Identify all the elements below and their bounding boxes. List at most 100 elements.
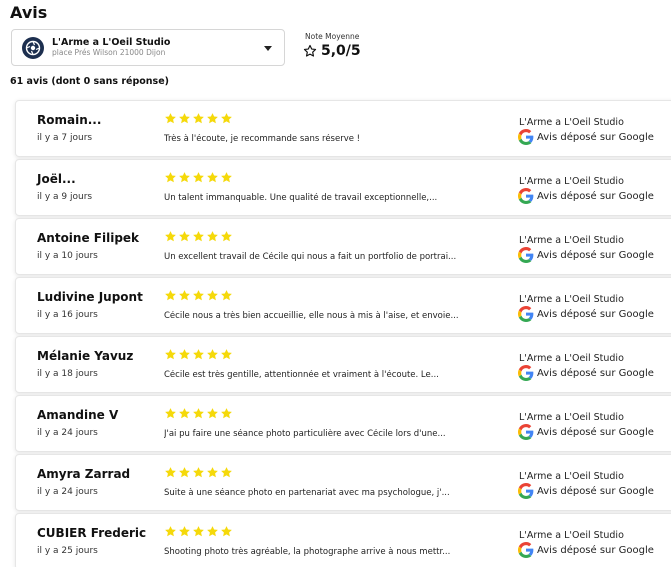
star-icon — [193, 172, 204, 183]
reviewer-name: Ludivine Jupont — [37, 290, 143, 304]
review-card[interactable]: Mélanie Yavuz il y a 18 jours Cécile est… — [15, 336, 671, 393]
review-source: Avis déposé sur Google — [518, 188, 654, 204]
review-studio: L'Arme a L'Oeil Studio — [519, 353, 624, 364]
review-card[interactable]: Ludivine Jupont il y a 16 jours Cécile n… — [15, 277, 671, 334]
review-text: J'ai pu faire une séance photo particuli… — [164, 429, 446, 439]
star-icon — [179, 231, 190, 242]
review-source-text: Avis déposé sur Google — [537, 190, 654, 202]
reviewer-name: Joël... — [37, 172, 76, 186]
review-card[interactable]: Romain... il y a 7 jours Très à l'écoute… — [15, 100, 671, 157]
review-source: Avis déposé sur Google — [518, 247, 654, 263]
star-icon — [193, 290, 204, 301]
reviewer-name: Mélanie Yavuz — [37, 349, 134, 363]
review-studio: L'Arme a L'Oeil Studio — [519, 530, 624, 541]
star-icon — [179, 467, 190, 478]
google-icon — [518, 424, 534, 440]
star-icon — [221, 113, 232, 124]
studio-select[interactable]: L'Arme a L'Oeil Studio place Prés Wilson… — [11, 29, 285, 66]
review-date: il y a 24 jours — [37, 428, 98, 438]
star-icon — [165, 231, 176, 242]
star-icon — [179, 526, 190, 537]
star-icon — [221, 290, 232, 301]
review-stars — [164, 348, 233, 361]
review-source: Avis déposé sur Google — [518, 306, 654, 322]
review-source-text: Avis déposé sur Google — [537, 249, 654, 261]
star-icon — [221, 408, 232, 419]
average-rating-value: 5,0/5 — [321, 43, 361, 59]
google-icon — [518, 542, 534, 558]
average-rating-label: Note Moyenne — [305, 32, 360, 41]
star-icon — [165, 172, 176, 183]
review-studio: L'Arme a L'Oeil Studio — [519, 412, 624, 423]
star-icon — [165, 349, 176, 360]
star-icon — [179, 113, 190, 124]
page-title: Avis — [10, 3, 48, 22]
star-icon — [193, 408, 204, 419]
review-text: Suite à une séance photo en partenariat … — [164, 488, 450, 498]
review-stars — [164, 466, 233, 479]
review-text: Cécile est très gentille, attentionnée e… — [164, 370, 439, 380]
review-text: Shooting photo très agréable, la photogr… — [164, 547, 451, 557]
star-icon — [193, 349, 204, 360]
star-icon — [179, 290, 190, 301]
star-icon — [193, 231, 204, 242]
star-icon — [207, 231, 218, 242]
star-icon — [207, 113, 218, 124]
google-icon — [518, 247, 534, 263]
review-stars — [164, 230, 233, 243]
star-icon — [165, 113, 176, 124]
review-card[interactable]: Amyra Zarrad il y a 24 jours Suite à une… — [15, 454, 671, 511]
reviewer-name: Amyra Zarrad — [37, 467, 131, 481]
review-source: Avis déposé sur Google — [518, 424, 654, 440]
review-source-text: Avis déposé sur Google — [537, 485, 654, 497]
star-icon — [193, 113, 204, 124]
review-source-text: Avis déposé sur Google — [537, 131, 654, 143]
google-icon — [518, 188, 534, 204]
review-text: Très à l'écoute, je recommande sans rése… — [164, 134, 361, 144]
reviewer-name: Amandine V — [37, 408, 119, 422]
reviewer-name: CUBIER Frederic — [37, 526, 147, 540]
review-stars — [164, 171, 233, 184]
google-icon — [518, 483, 534, 499]
google-icon — [518, 129, 534, 145]
review-source-text: Avis déposé sur Google — [537, 367, 654, 379]
star-icon — [207, 526, 218, 537]
review-stars — [164, 525, 233, 538]
review-date: il y a 9 jours — [37, 192, 93, 202]
review-studio: L'Arme a L'Oeil Studio — [519, 117, 624, 128]
reviews-count: 61 avis (dont 0 sans réponse) — [10, 76, 169, 87]
star-icon — [193, 467, 204, 478]
star-icon — [221, 467, 232, 478]
star-icon — [193, 526, 204, 537]
star-icon — [179, 349, 190, 360]
star-icon — [221, 231, 232, 242]
review-date: il y a 7 jours — [37, 133, 93, 143]
review-card[interactable]: CUBIER Frederic il y a 25 jours Shooting… — [15, 513, 671, 567]
star-icon — [179, 408, 190, 419]
star-icon — [165, 408, 176, 419]
review-card[interactable]: Amandine V il y a 24 jours J'ai pu faire… — [15, 395, 671, 452]
star-outline-icon — [303, 44, 317, 57]
google-icon — [518, 365, 534, 381]
star-icon — [165, 290, 176, 301]
review-source: Avis déposé sur Google — [518, 542, 654, 558]
review-stars — [164, 289, 233, 302]
google-icon — [518, 306, 534, 322]
star-icon — [165, 526, 176, 537]
review-card[interactable]: Joël... il y a 9 jours Un talent immanqu… — [15, 159, 671, 216]
star-icon — [207, 408, 218, 419]
review-source: Avis déposé sur Google — [518, 129, 654, 145]
studio-address: place Prés Wilson 21000 Dijon — [52, 48, 166, 58]
star-icon — [207, 467, 218, 478]
studio-name: L'Arme a L'Oeil Studio — [52, 36, 171, 48]
star-icon — [221, 172, 232, 183]
review-date: il y a 16 jours — [37, 310, 98, 320]
review-source: Avis déposé sur Google — [518, 365, 654, 381]
review-list: Romain... il y a 7 jours Très à l'écoute… — [15, 100, 671, 567]
review-date: il y a 24 jours — [37, 487, 98, 497]
review-card[interactable]: Antoine Filipek il y a 10 jours Un excel… — [15, 218, 671, 275]
average-rating: 5,0/5 — [303, 43, 361, 59]
chevron-down-icon[interactable] — [264, 46, 272, 51]
star-icon — [179, 172, 190, 183]
star-icon — [221, 526, 232, 537]
